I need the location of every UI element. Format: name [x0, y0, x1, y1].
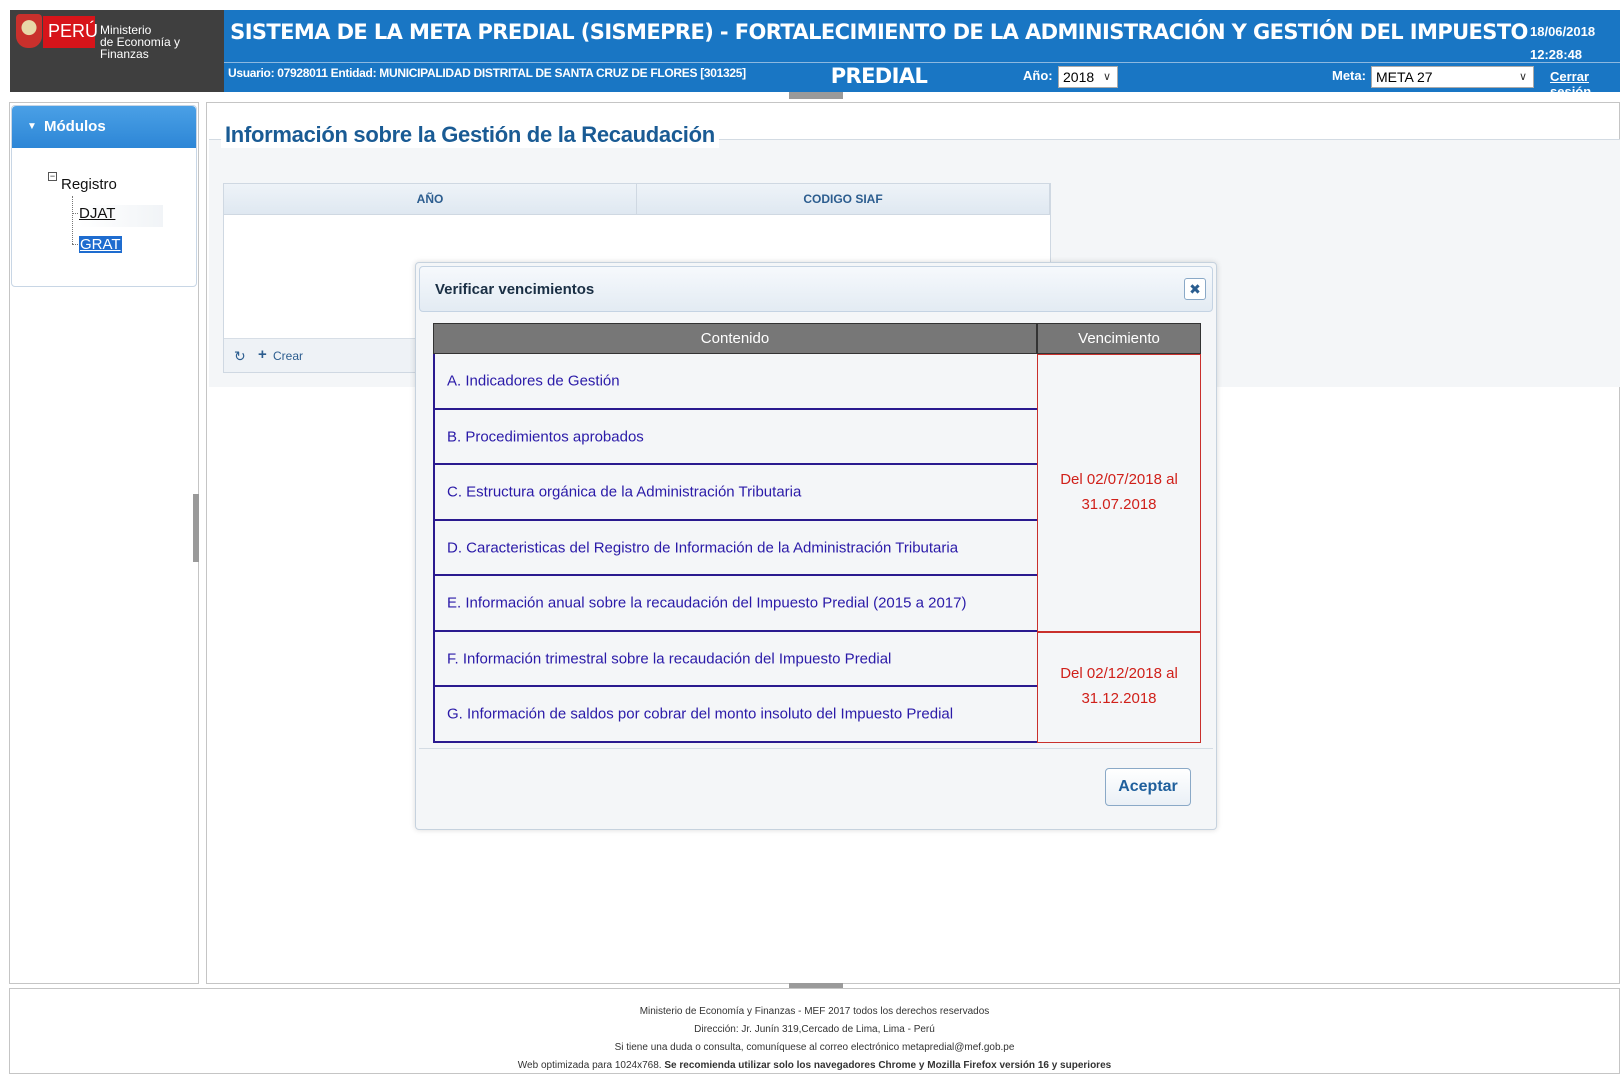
sidebar: ▼ Módulos − Registro DJAT GRAT: [9, 102, 199, 984]
close-icon[interactable]: ✖: [1184, 278, 1206, 300]
collapse-tree-icon[interactable]: −: [48, 172, 57, 181]
grid-header: AÑO CODIGO SIAF: [224, 184, 1050, 215]
logo-ministry: Ministerio de Economía y Finanzas: [100, 23, 181, 61]
year-label: Año:: [1023, 68, 1053, 83]
content-row[interactable]: G. Información de saldos por cobrar del …: [433, 687, 1037, 743]
top-resize-handle[interactable]: [789, 92, 843, 99]
content-row[interactable]: A. Indicadores de Gestión: [433, 354, 1037, 410]
modules-panel: ▼ Módulos − Registro DJAT GRAT: [11, 105, 197, 287]
content-row[interactable]: B. Procedimientos aprobados: [433, 410, 1037, 465]
current-time: 12:28:48: [1530, 47, 1583, 62]
page-title: Información sobre la Gestión de la Recau…: [221, 122, 719, 148]
content-row[interactable]: C. Estructura orgánica de la Administrac…: [433, 465, 1037, 521]
header-divider: [224, 62, 1620, 63]
plus-icon[interactable]: +: [258, 346, 267, 363]
modules-header[interactable]: ▼ Módulos: [12, 106, 196, 148]
due-table-header: Contenido Vencimiento: [433, 323, 1201, 354]
tree-item-grat[interactable]: GRAT: [79, 236, 122, 253]
logo-country: PERÚ: [43, 16, 98, 48]
meta-select[interactable]: META 27 ∨: [1371, 66, 1534, 88]
accept-button[interactable]: Aceptar: [1105, 768, 1191, 806]
app-title: SISTEMA DE LA META PREDIAL (SISMEPRE) - …: [230, 20, 1528, 88]
sidebar-splitter[interactable]: [193, 494, 199, 562]
footer-copyright: Ministerio de Economía y Finanzas - MEF …: [639, 1006, 990, 1017]
due-date-cell: Del 02/12/2018 al 31.12.2018: [1037, 632, 1201, 743]
footer-address: Dirección: Jr. Junín 319,Cercado de Lima…: [694, 1024, 935, 1035]
footer-browser-note: Web optimizada para 1024x768. Se recomie…: [517, 1060, 1112, 1071]
content-row[interactable]: E. Información anual sobre la recaudació…: [433, 576, 1037, 632]
dialog-title: Verificar vencimientos: [435, 281, 595, 298]
chevron-down-icon: ∨: [1518, 71, 1527, 83]
app-header: PERÚ Ministerio de Economía y Finanzas S…: [10, 10, 1620, 99]
content-row[interactable]: F. Información trimestral sobre la recau…: [433, 632, 1037, 687]
logout-link[interactable]: Cerrar sesión: [1550, 69, 1620, 99]
chevron-down-icon: ∨: [1102, 71, 1111, 83]
tree-connector: [72, 196, 73, 244]
verify-due-dates-dialog: Verificar vencimientos ✖ Contenido Venci…: [415, 262, 1217, 830]
tree-node-registro[interactable]: Registro: [61, 176, 117, 193]
mef-logo: PERÚ Ministerio de Economía y Finanzas: [10, 10, 224, 92]
column-header-codigo-siaf[interactable]: CODIGO SIAF: [637, 184, 1050, 215]
user-entity-info: Usuario: 07928011 Entidad: MUNICIPALIDAD…: [228, 66, 746, 80]
year-select[interactable]: 2018 ∨: [1058, 66, 1118, 88]
dialog-divider: [419, 748, 1213, 749]
content-row[interactable]: D. Caracteristicas del Registro de Infor…: [433, 521, 1037, 576]
current-date: 18/06/2018: [1530, 24, 1596, 39]
column-header-vencimiento: Vencimiento: [1037, 323, 1201, 354]
dialog-header: Verificar vencimientos ✖: [419, 266, 1213, 312]
refresh-icon[interactable]: ↻: [234, 348, 246, 365]
column-header-ano[interactable]: AÑO: [224, 184, 637, 215]
column-header-contenido: Contenido: [433, 323, 1037, 354]
coat-of-arms-icon: [16, 14, 42, 48]
collapse-arrow-icon: ▼: [27, 121, 37, 132]
page-footer: Ministerio de Economía y Finanzas - MEF …: [9, 988, 1620, 1074]
create-button[interactable]: Crear: [273, 349, 303, 363]
footer-contact: Si tiene una duda o consulta, comuníques…: [614, 1042, 1015, 1053]
due-date-cell: Del 02/07/2018 al 31.07.2018: [1037, 354, 1201, 632]
tree-item-djat[interactable]: DJAT: [79, 205, 163, 227]
meta-label: Meta:: [1332, 68, 1366, 83]
